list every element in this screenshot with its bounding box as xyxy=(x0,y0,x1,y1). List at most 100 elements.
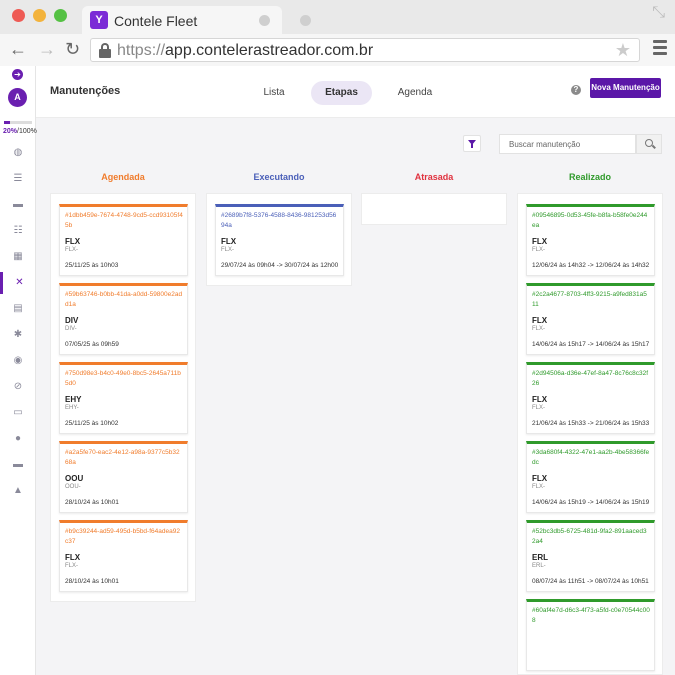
card-date: 14/06/24 às 15h17 -> 14/06/24 às 15h17 xyxy=(532,341,650,348)
document-icon[interactable]: ▤ xyxy=(0,298,36,320)
browser-navbar: ← → ↻ https://app.contelerastreador.com.… xyxy=(0,34,675,66)
column-realizado: #09546895-0d53-45fe-b8fa-b58fe0e244ea FLX… xyxy=(517,193,663,675)
grid-icon[interactable]: ▦ xyxy=(0,246,36,268)
tab-agenda[interactable]: Agenda xyxy=(386,81,444,105)
card-plate: FLX xyxy=(65,237,81,246)
card-id: #750d98e3-b4c0-49e0-8bc5-2645a711b5d0 xyxy=(65,370,181,387)
browser-tab[interactable]: Y Contele Fleet xyxy=(82,6,282,34)
card-plate: DIV xyxy=(65,316,79,325)
contele-logo-icon: Y xyxy=(90,11,108,29)
new-tab-button[interactable] xyxy=(300,15,311,26)
progress-total: /100% xyxy=(17,128,37,135)
card-date: 21/06/24 às 15h33 -> 21/06/24 às 15h33 xyxy=(532,420,650,427)
minimize-window-button[interactable] xyxy=(33,9,46,22)
maximize-window-button[interactable] xyxy=(54,9,67,22)
card-plate-sub: FLX- xyxy=(532,326,546,332)
new-maintenance-button[interactable]: Nova Manutenção xyxy=(590,78,661,98)
card-plate: EHY xyxy=(65,395,82,404)
maintenance-card[interactable]: #59b63746-b0bb-41da-a0dd-59800e2add1a DIV… xyxy=(59,283,188,355)
maintenance-card[interactable]: #750d98e3-b4c0-49e0-8bc5-2645a711b5d0 EHY… xyxy=(59,362,188,434)
card-date: 08/07/24 às 11h51 -> 08/07/24 às 10h51 xyxy=(532,578,649,585)
search-input[interactable] xyxy=(499,134,636,154)
close-window-button[interactable] xyxy=(12,9,25,22)
maintenance-card[interactable]: #52bc3db5-6725-481d-9fa2-891aaced32a4 ERL… xyxy=(526,520,655,592)
browser-tabbar: Y Contele Fleet ⤡ xyxy=(0,0,675,34)
card-plate: OOU xyxy=(65,474,84,483)
card-date: 14/06/24 às 15h19 -> 14/06/24 às 15h19 xyxy=(532,499,650,506)
back-arrow-icon[interactable]: ← xyxy=(9,39,27,60)
maintenance-card[interactable]: #60af4e7d-d6c3-4f73-a5fd-c0e70544c008 xyxy=(526,599,655,671)
help-icon[interactable]: ? xyxy=(571,85,581,95)
maintenance-card[interactable]: #09546895-0d53-45fe-b8fa-b58fe0e244ea FLX… xyxy=(526,204,655,276)
tab-close-icon[interactable] xyxy=(259,15,270,26)
tab-lista[interactable]: Lista xyxy=(248,81,300,105)
cog-icon[interactable]: ✱ xyxy=(0,324,36,346)
list-icon[interactable]: ☰ xyxy=(0,168,36,190)
card-date: 25/11/25 às 10h03 xyxy=(65,262,119,269)
car-icon[interactable]: ▬ xyxy=(0,194,36,216)
onboarding-progress-bar xyxy=(4,121,32,124)
column-executando: #2689b7f8-5376-4588-8436-981253d5694a FLX… xyxy=(206,193,352,286)
id-card-icon[interactable]: ▭ xyxy=(0,402,36,424)
card-id: #a2a5fe70-eac2-4e12-a98a-9377c5b3268a xyxy=(65,449,180,466)
browser-menu-icon[interactable] xyxy=(653,40,667,58)
tab-etapas[interactable]: Etapas xyxy=(311,81,372,105)
column-atrasada xyxy=(361,193,507,225)
card-plate: FLX xyxy=(532,474,548,483)
bookmark-star-icon[interactable]: ★ xyxy=(615,40,631,61)
forward-arrow-icon[interactable]: → xyxy=(38,39,56,60)
lock-icon xyxy=(99,43,111,58)
user-icon[interactable]: ● xyxy=(0,428,36,450)
maintenance-card[interactable]: #2c2a4677-8703-4ff3-9215-a9fed831a511 FLX… xyxy=(526,283,655,355)
app: ➔ A 20%/100% ◍ ☰ ▬ ☷ ▦ ✕ ▤ ✱ ◉ ⊘ ▭ ● ▬ ▲ Manutenções … xyxy=(0,66,675,675)
expand-sidebar-icon[interactable]: ➔ xyxy=(12,69,23,80)
card-plate-sub: FLX- xyxy=(65,247,79,253)
card-date: 28/10/24 às 10h01 xyxy=(65,499,119,506)
column-header-executando: Executando xyxy=(253,172,305,182)
card-date: 28/10/24 às 10h01 xyxy=(65,578,119,585)
card-id: #09546895-0d53-45fe-b8fa-b58fe0e244ea xyxy=(532,212,648,229)
card-date: 25/11/25 às 10h02 xyxy=(65,420,119,427)
card-plate: FLX xyxy=(65,553,81,562)
card-plate: ERL xyxy=(532,553,548,562)
card-id: #b9c39244-ad59-495d-b5bd-f64adea92c37 xyxy=(65,528,180,545)
maintenance-card[interactable]: #1dbb459e-7674-4748-9cd5-ccd93105f45b FLX… xyxy=(59,204,188,276)
column-header-agendada: Agendada xyxy=(101,172,145,182)
card-plate-sub: EHY- xyxy=(65,405,79,411)
globe-icon[interactable]: ◍ xyxy=(0,142,36,164)
avatar[interactable]: A xyxy=(8,88,27,107)
reload-icon[interactable]: ↻ xyxy=(65,39,80,60)
column-header-atrasada: Atrasada xyxy=(414,172,454,182)
card-plate: FLX xyxy=(532,395,548,404)
checklist-icon[interactable]: ☷ xyxy=(0,220,36,242)
card-id: #2c2a4677-8703-4ff3-9215-a9fed831a511 xyxy=(532,291,647,308)
maintenance-card[interactable]: #a2a5fe70-eac2-4e12-a98a-9377c5b3268a OOU… xyxy=(59,441,188,513)
column-agendada: #1dbb459e-7674-4748-9cd5-ccd93105f45b FLX… xyxy=(50,193,196,602)
card-plate-sub: FLX- xyxy=(532,484,546,490)
card-plate: FLX xyxy=(221,237,237,246)
record-icon[interactable]: ◉ xyxy=(0,350,36,372)
url-protocol: https:// xyxy=(117,42,166,59)
card-id: #1dbb459e-7674-4748-9cd5-ccd93105f45b xyxy=(65,212,183,229)
sidebar: ➔ A 20%/100% ◍ ☰ ▬ ☷ ▦ ✕ ▤ ✱ ◉ ⊘ ▭ ● ▬ ▲ xyxy=(0,66,37,675)
filter-button[interactable] xyxy=(463,135,481,152)
address-bar[interactable]: https://app.contelerastreador.com.br ★ xyxy=(90,38,640,62)
tab-title: Contele Fleet xyxy=(114,13,198,29)
maintenance-card[interactable]: #2d94506a-d36e-47ef-8a47-8c76c8c32f26 FLX… xyxy=(526,362,655,434)
card-id: #3da680f4-4322-47e1-aa2b-4be58366fedc xyxy=(532,449,650,466)
block-icon[interactable]: ⊘ xyxy=(0,376,36,398)
map-user-icon[interactable]: ▲ xyxy=(0,480,36,502)
maintenance-card[interactable]: #3da680f4-4322-47e1-aa2b-4be58366fedc FLX… xyxy=(526,441,655,513)
progress-fill xyxy=(4,121,10,124)
tools-icon[interactable]: ✕ xyxy=(0,272,36,294)
fullscreen-icon[interactable]: ⤡ xyxy=(652,4,665,22)
card-id: #52bc3db5-6725-481d-9fa2-891aaced32a4 xyxy=(532,528,647,545)
maintenance-card[interactable]: #2689b7f8-5376-4588-8436-981253d5694a FLX… xyxy=(215,204,344,276)
card-plate: FLX xyxy=(532,316,548,325)
card-id: #2d94506a-d36e-47ef-8a47-8c76c8c32f26 xyxy=(532,370,649,387)
search-button[interactable] xyxy=(636,134,662,154)
card-plate-sub: FLX- xyxy=(532,247,546,253)
vehicle-icon[interactable]: ▬ xyxy=(0,454,36,476)
card-date: 12/06/24 às 14h32 -> 12/06/24 às 14h32 xyxy=(532,262,650,269)
maintenance-card[interactable]: #b9c39244-ad59-495d-b5bd-f64adea92c37 FLX… xyxy=(59,520,188,592)
